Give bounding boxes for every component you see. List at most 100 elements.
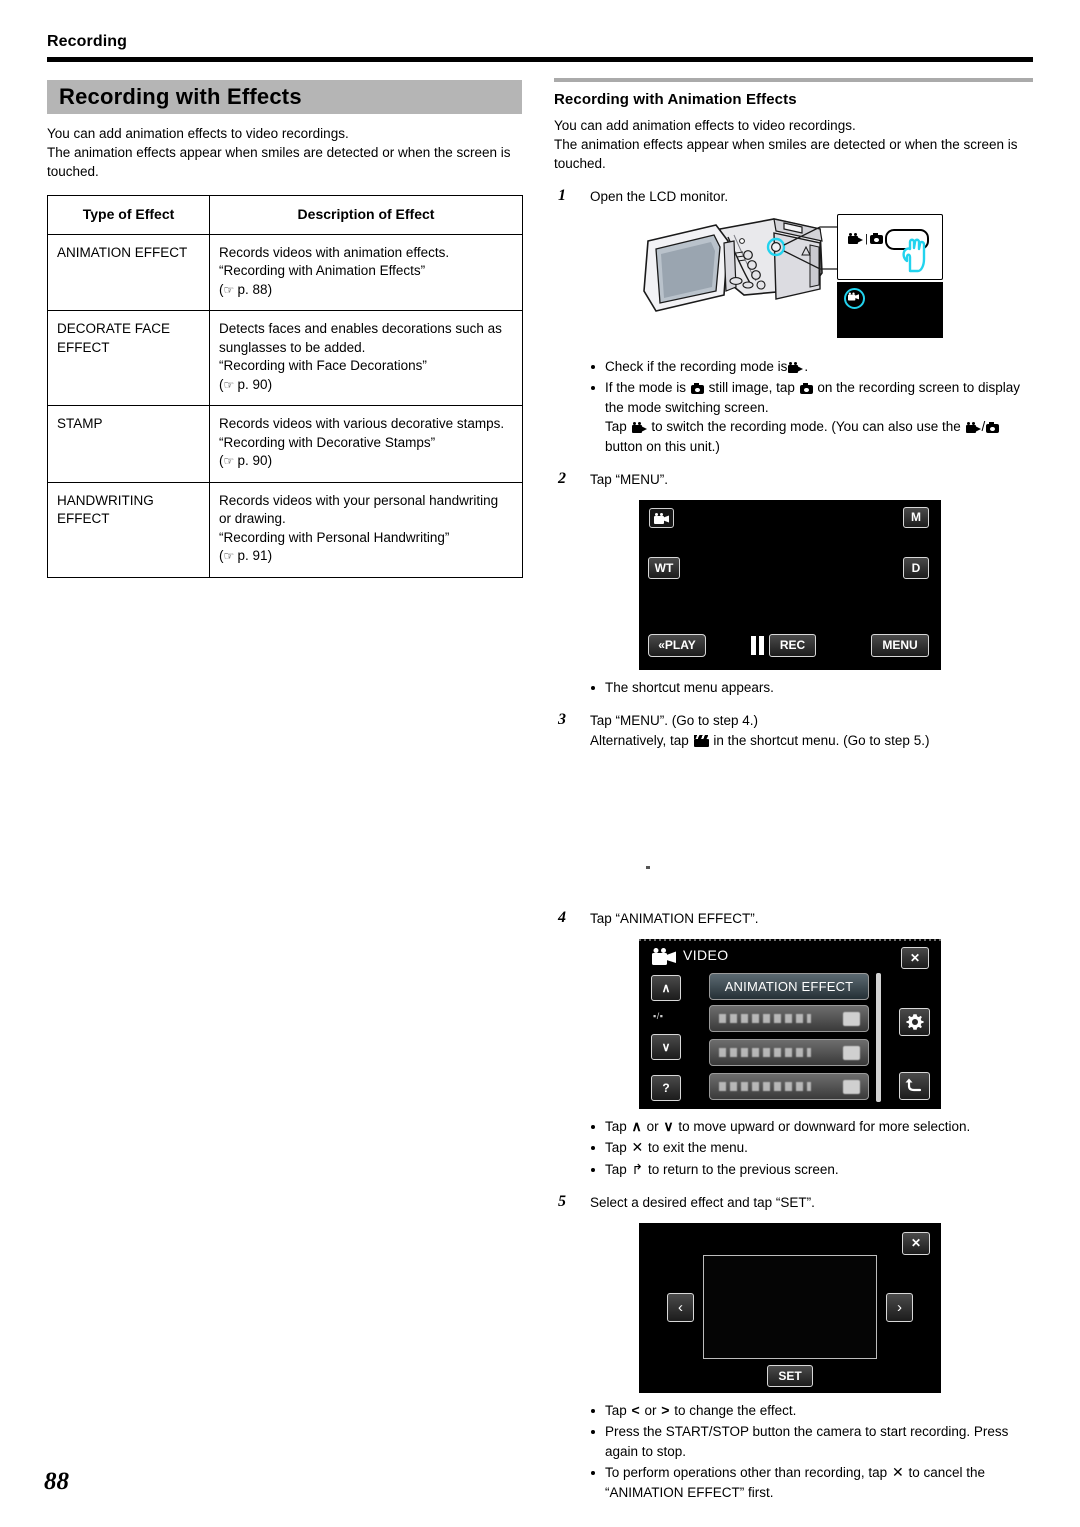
right-column: Recording with Animation Effects You can… (554, 78, 1033, 1504)
close-icon[interactable]: ✕ (902, 1231, 930, 1255)
video-camera-glyph (654, 512, 669, 524)
table-row: HANDWRITING EFFECT Records videos with y… (47, 481, 523, 578)
bullet-text: Tap (605, 1118, 627, 1134)
gear-glyph (905, 1013, 924, 1030)
camcorder-illustration: | (554, 211, 1033, 349)
gear-icon[interactable] (899, 1007, 930, 1036)
zoom-wt-button[interactable]: WT (648, 556, 680, 579)
menu-item-animation-effect[interactable]: ANIMATION EFFECT (709, 972, 869, 1000)
step-1-bullets: Check if the recording mode is. If the m… (554, 357, 1033, 457)
pointing-hand-icon: ☞ (223, 377, 235, 392)
effect-page-reference: (☞ p. 90) (219, 453, 273, 468)
bullet-check-mode: Check if the recording mode is. (590, 357, 1033, 377)
bullet-text: still image, tap (708, 380, 795, 395)
manual-page: Recording Recording with Effects You can… (0, 0, 1080, 1527)
effect-desc-line1: Records videos with animation effects. (219, 244, 450, 260)
section-title: Recording with Animation Effects (554, 91, 797, 108)
pause-icon (751, 635, 765, 655)
effect-preview-area (703, 1254, 877, 1359)
bullet-text: If the mode is (605, 380, 687, 395)
menu-title: VIDEO (683, 946, 729, 963)
bullet-text: or (646, 1118, 659, 1134)
step-text-line2b: in the shortcut menu. (Go to step 5.) (713, 732, 930, 748)
help-button[interactable]: ? (651, 1074, 681, 1101)
close-icon[interactable]: ✕ (901, 946, 929, 969)
effects-table: Type of Effect Description of Effect ANI… (47, 195, 523, 578)
bullet-text: To perform operations other than recordi… (605, 1465, 888, 1480)
step-text: Open the LCD monitor. (590, 189, 729, 204)
page-ref-text: p. 90 (237, 376, 268, 392)
step-number: 1 (558, 187, 566, 204)
next-effect-icon[interactable]: › (886, 1292, 913, 1322)
bullet-text: or (644, 1402, 657, 1418)
bullet-text: Tap (605, 1161, 627, 1177)
close-icon: ✕ (631, 1139, 644, 1155)
effect-desc-line2: “Recording with Face Decorations” (219, 358, 427, 373)
page-number: 88 (44, 1468, 69, 1495)
section-rule (554, 78, 1033, 82)
effect-desc-line2: “Recording with Animation Effects” (219, 263, 426, 278)
bullet-text: Tap (605, 1140, 627, 1155)
print-artifact (646, 866, 650, 869)
left-arrow-icon: < (631, 1401, 640, 1418)
mode-switching-screen (837, 281, 943, 338)
mode-separator: | (865, 232, 868, 245)
video-mode-icon[interactable] (649, 507, 674, 528)
manual-mode-button[interactable]: M (903, 506, 929, 528)
step-text-line2a: Alternatively, tap (590, 732, 689, 748)
right-arrow-icon: > (661, 1401, 670, 1418)
step-text-line1: Tap “MENU”. (Go to step 4.) (590, 713, 759, 728)
step-1: 1 Open the LCD monitor. (554, 187, 1033, 207)
menu-item[interactable] (709, 1004, 869, 1032)
bullet-switch-mode: If the mode is still image, tap on the r… (590, 378, 1033, 456)
rec-button[interactable]: REC (769, 633, 816, 657)
effect-desc-line1: Detects faces and enables decorations su… (219, 321, 502, 355)
bullet-text: button on this unit.) (605, 438, 720, 454)
clapperboard-icon (693, 734, 709, 747)
left-column: Recording with Effects You can add anima… (47, 80, 523, 578)
step-5: 5 Select a desired effect and tap “SET”. (554, 1193, 1033, 1213)
play-button[interactable]: «PLAY (648, 633, 706, 657)
bullet-text: Tap (605, 1402, 627, 1418)
pointing-hand-icon: ☞ (223, 282, 235, 297)
menu-item[interactable] (709, 1038, 869, 1066)
set-button[interactable]: SET (767, 1364, 813, 1387)
bullet-change-effect: Tap < or > to change the effect. (590, 1401, 1033, 1421)
bullet-text-end: . (804, 358, 809, 374)
header-rule (47, 57, 1033, 62)
still-mode-icon (869, 233, 883, 244)
back-arrow-icon: ↱ (631, 1160, 644, 1177)
effect-description: Records videos with animation effects. “… (209, 233, 523, 311)
pointing-hand-icon (902, 238, 926, 272)
scroll-up-icon[interactable]: ∧ (651, 974, 681, 1001)
step-5-bullets: Tap < or > to change the effect. Press t… (554, 1401, 1033, 1503)
right-intro: You can add animation effects to video r… (554, 116, 1033, 173)
video-mode-icon (965, 422, 981, 433)
step-2: 2 Tap “MENU”. (554, 470, 1033, 490)
page-indicator: ▪/▪ (653, 1010, 664, 1021)
step-number: 2 (558, 470, 566, 487)
bullet-text: to return to the previous screen. (648, 1161, 839, 1177)
menu-item[interactable] (709, 1072, 869, 1100)
step-4-bullets: Tap ∧ or ∨ to move upward or downward fo… (554, 1117, 1033, 1180)
camcorder-drawing (643, 217, 839, 312)
pointing-hand-icon: ☞ (223, 549, 235, 563)
scroll-down-icon[interactable]: ∨ (651, 1033, 681, 1060)
display-button[interactable]: D (903, 556, 929, 579)
scrollbar[interactable] (876, 972, 881, 1102)
return-glyph (905, 1078, 922, 1091)
page-ref-text: p. 90 (237, 453, 268, 468)
bullet-exit: Tap ✕ to exit the menu. (590, 1138, 1033, 1158)
bullet-shortcut-menu: The shortcut menu appears. (590, 678, 1033, 698)
bullet-return: Tap ↱ to return to the previous screen. (590, 1160, 1033, 1180)
step-4: 4 Tap “ANIMATION EFFECT”. (554, 909, 1033, 929)
running-head: Recording (47, 33, 128, 50)
menu-button[interactable]: MENU (871, 633, 929, 657)
table-row: DECORATE FACE EFFECT Detects faces and e… (47, 310, 523, 406)
table-header-row: Type of Effect Description of Effect (47, 195, 523, 235)
step-text: Tap “MENU”. (590, 472, 669, 487)
back-arrow-icon[interactable] (899, 1071, 930, 1100)
previous-effect-icon[interactable]: ‹ (667, 1292, 694, 1322)
right-arrow-glyph: › (897, 1298, 902, 1316)
blurred-value (843, 1011, 860, 1026)
